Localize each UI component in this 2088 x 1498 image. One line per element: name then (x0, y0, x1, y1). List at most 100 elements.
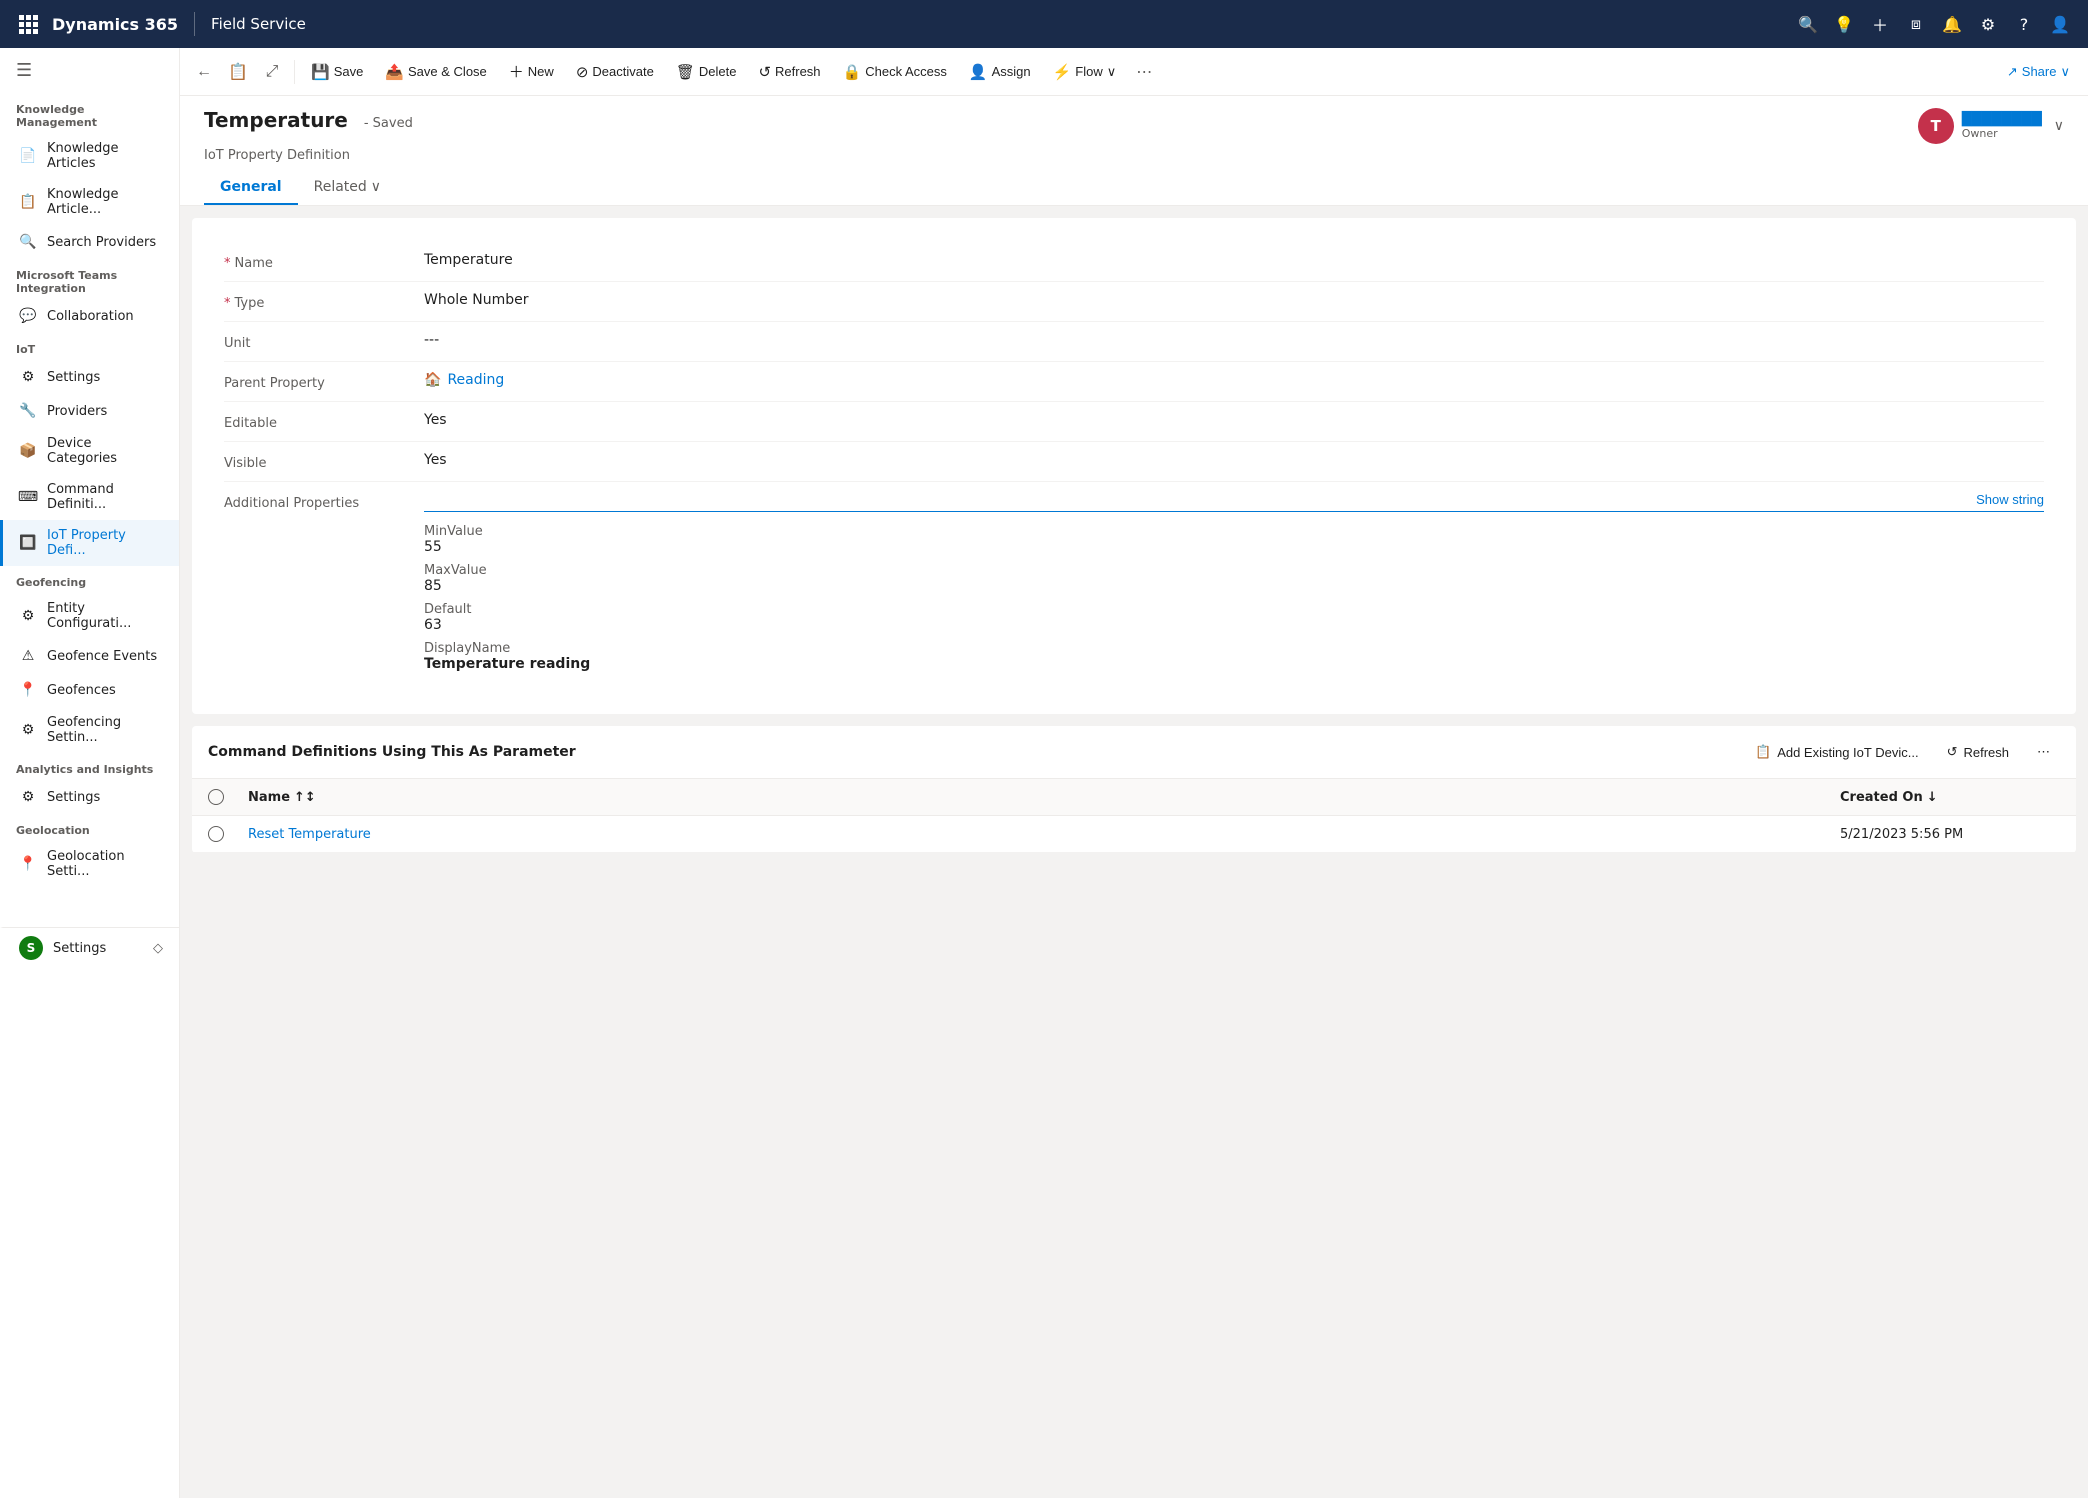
sidebar-item-providers[interactable]: 🔧 Providers (0, 394, 179, 428)
assign-icon: 👤 (969, 63, 988, 81)
back-button[interactable]: ← (188, 56, 220, 88)
sidebar-item-knowledge-articles[interactable]: 📄 Knowledge Articles (0, 133, 179, 179)
analytics-settings-icon: ⚙ (19, 788, 37, 806)
form-view-button[interactable]: 📋 (222, 56, 254, 88)
value-name[interactable]: Temperature (424, 252, 2044, 268)
command-definitions-icon: ⌨ (19, 488, 37, 506)
sidebar-hamburger[interactable]: ☰ (0, 48, 179, 93)
prop-displayname: DisplayName Temperature reading (424, 641, 2044, 672)
sidebar-item-geofences[interactable]: 📍 Geofences (0, 673, 179, 707)
sidebar-item-collaboration[interactable]: 💬 Collaboration (0, 299, 179, 333)
lightbulb-icon[interactable]: 💡 (1828, 8, 1860, 40)
sidebar-item-device-categories[interactable]: 📦 Device Categories (0, 428, 179, 474)
tab-general[interactable]: General (204, 171, 298, 205)
subgrid-section: Command Definitions Using This As Parame… (192, 726, 2076, 853)
expand-button[interactable]: ⤢ (256, 56, 288, 88)
table-row: Reset Temperature 5/21/2023 5:56 PM (192, 816, 2076, 853)
new-button[interactable]: ＋ New (499, 55, 564, 88)
sidebar-item-knowledge-article[interactable]: 📋 Knowledge Article... (0, 179, 179, 225)
geofences-icon: 📍 (19, 681, 37, 699)
value-unit[interactable]: --- (424, 332, 2044, 348)
sidebar-item-label: Search Providers (47, 235, 156, 250)
search-icon[interactable]: 🔍 (1792, 8, 1824, 40)
user-icon[interactable]: 👤 (2044, 8, 2076, 40)
sidebar-item-label: Geofences (47, 683, 116, 698)
field-parent-property: Parent Property 🏠 Reading (224, 362, 2044, 402)
additional-properties-header: Show string (424, 492, 2044, 512)
save-button[interactable]: 💾 Save (301, 57, 373, 87)
app-launcher-icon[interactable] (12, 8, 44, 40)
assign-button[interactable]: 👤 Assign (959, 57, 1041, 87)
sidebar-item-entity-config[interactable]: ⚙ Entity Configurati... (0, 593, 179, 639)
app-name: Dynamics 365 (52, 15, 178, 34)
label-visible: Visible (224, 452, 424, 471)
show-string-button[interactable]: Show string (1976, 492, 2044, 507)
owner-chevron-icon[interactable]: ∨ (2054, 118, 2064, 134)
avatar: T (1918, 108, 1954, 144)
sidebar-item-geofence-events[interactable]: ⚠ Geofence Events (0, 639, 179, 673)
subgrid-col-name[interactable]: Name ↑↕ (248, 790, 1840, 805)
subgrid-row-name[interactable]: Reset Temperature (248, 827, 1840, 842)
parent-property-link[interactable]: 🏠 Reading (424, 372, 2044, 388)
sidebar-section-iot: IoT (0, 333, 179, 360)
refresh-icon: ↺ (758, 63, 771, 81)
subgrid-row-checkbox[interactable] (208, 826, 248, 842)
prop-maxvalue: MaxValue 85 (424, 563, 2044, 594)
value-editable[interactable]: Yes (424, 412, 2044, 428)
sidebar-item-label: Providers (47, 404, 107, 419)
check-access-button[interactable]: 🔒 Check Access (833, 57, 957, 87)
value-visible[interactable]: Yes (424, 452, 2044, 468)
tab-related[interactable]: Related ∨ (298, 171, 397, 205)
subgrid-refresh-button[interactable]: ↺ Refresh (1937, 738, 2019, 766)
sidebar-item-settings-bottom[interactable]: S Settings ◇ (0, 927, 179, 968)
delete-button[interactable]: 🗑 Delete (666, 57, 747, 87)
plus-icon[interactable]: ＋ (1864, 8, 1896, 40)
providers-icon: 🔧 (19, 402, 37, 420)
collaboration-icon: 💬 (19, 307, 37, 325)
save-close-icon: 📤 (385, 63, 404, 81)
gear-icon[interactable]: ⚙ (1972, 8, 2004, 40)
subgrid-more-options-button[interactable]: ⋯ (2027, 738, 2060, 766)
more-options-button[interactable]: ⋯ (1128, 56, 1160, 88)
page-content: Temperature - Saved T ████████ Owner ∨ (180, 96, 2088, 1498)
name-sort-icon: ↑↕ (294, 790, 316, 805)
label-unit: Unit (224, 332, 424, 351)
sidebar-item-analytics-settings[interactable]: ⚙ Settings (0, 780, 179, 814)
flow-button[interactable]: ⚡ Flow ∨ (1043, 57, 1127, 87)
sidebar-section-geolocation: Geolocation (0, 814, 179, 841)
help-icon[interactable]: ? (2008, 8, 2040, 40)
refresh-button[interactable]: ↺ Refresh (748, 57, 830, 87)
sidebar-section-geofencing: Geofencing (0, 566, 179, 593)
field-name: *Name Temperature (224, 242, 2044, 282)
sidebar-item-geolocation-settings[interactable]: 📍 Geolocation Setti... (0, 841, 179, 887)
sidebar-item-iot-settings[interactable]: ⚙ Settings (0, 360, 179, 394)
flow-icon: ⚡ (1053, 63, 1072, 81)
subgrid-col-createdon[interactable]: Created On ↓ (1840, 790, 2060, 805)
subgrid-select-all[interactable] (208, 789, 248, 805)
value-additional-properties: Show string MinValue 55 MaxValue 85 Defa… (424, 492, 2044, 680)
subgrid-actions: 📋 Add Existing IoT Devic... ↺ Refresh ⋯ (1745, 738, 2060, 766)
save-close-button[interactable]: 📤 Save & Close (375, 57, 496, 87)
add-existing-button[interactable]: 📋 Add Existing IoT Devic... (1745, 738, 1929, 766)
sidebar-item-label: IoT Property Defi... (47, 528, 163, 558)
owner-name[interactable]: ████████ (1962, 112, 2042, 127)
share-button[interactable]: ↗ Share ∨ (1997, 58, 2080, 86)
brand: Dynamics 365 Field Service (52, 12, 306, 36)
bell-icon[interactable]: 🔔 (1936, 8, 1968, 40)
prop-default: Default 63 (424, 602, 2044, 633)
add-existing-icon: 📋 (1755, 744, 1771, 760)
filter-icon[interactable]: ⧈ (1900, 8, 1932, 40)
deactivate-button[interactable]: ⊘ Deactivate (566, 57, 664, 87)
subgrid-refresh-icon: ↺ (1947, 744, 1958, 760)
settings-avatar: S (19, 936, 43, 960)
sidebar-item-geofencing-settings[interactable]: ⚙ Geofencing Settin... (0, 707, 179, 753)
sidebar-item-iot-property[interactable]: 🔲 IoT Property Defi... (0, 520, 179, 566)
sidebar-item-command-definitions[interactable]: ⌨ Command Definiti... (0, 474, 179, 520)
geolocation-settings-icon: 📍 (19, 855, 37, 873)
iot-property-icon: 🔲 (19, 534, 37, 552)
subgrid-more-icon: ⋯ (2037, 744, 2050, 760)
entity-config-icon: ⚙ (19, 607, 37, 625)
sidebar-item-search-providers[interactable]: 🔍 Search Providers (0, 225, 179, 259)
sidebar-item-label: Settings (47, 370, 100, 385)
value-type[interactable]: Whole Number (424, 292, 2044, 308)
